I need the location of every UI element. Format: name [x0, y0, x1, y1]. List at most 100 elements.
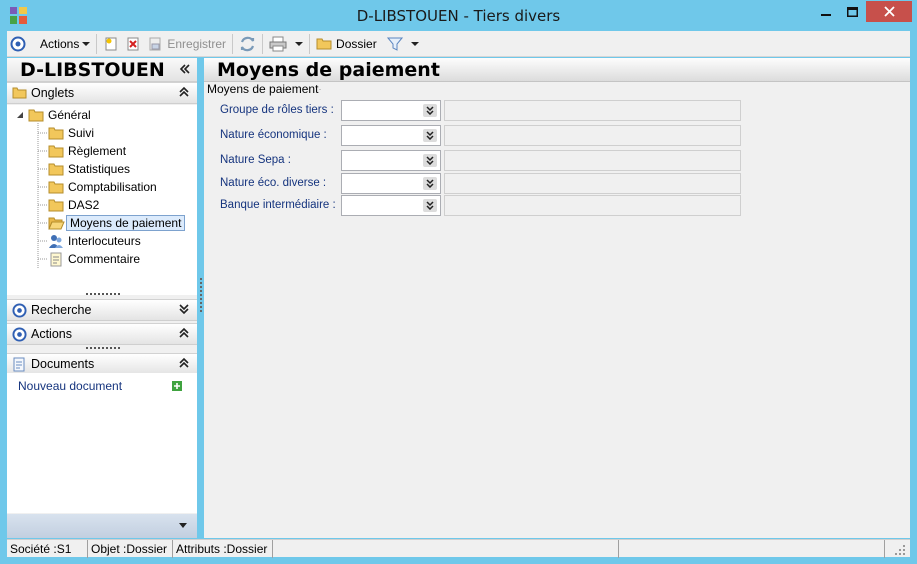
combo-dropdown-button[interactable] — [423, 154, 437, 167]
documents-section-header[interactable]: Documents — [7, 353, 197, 375]
tree-item-interlocuteurs[interactable]: Interlocuteurs — [48, 232, 141, 250]
tree-item-suivi[interactable]: Suivi — [48, 124, 94, 142]
resize-grip-icon[interactable] — [895, 545, 906, 556]
application-window: D-LIBSTOUEN - Tiers divers Actions Enreg… — [0, 0, 917, 564]
chevron-down-icon — [295, 41, 304, 46]
group-box-border — [319, 89, 321, 90]
page-title: Moyens de paiement — [217, 59, 440, 81]
close-button[interactable] — [866, 1, 912, 22]
expanded-triangle-icon[interactable] — [16, 111, 24, 119]
tree-item-commentaire[interactable]: Commentaire — [48, 250, 140, 268]
nature-economique-description — [444, 125, 741, 146]
left-pane-footer — [7, 514, 197, 538]
print-button[interactable] — [266, 33, 306, 55]
new-document-link[interactable]: Nouveau document — [18, 379, 122, 393]
vertical-splitter-grip[interactable] — [200, 278, 202, 312]
double-chevron-down-icon[interactable] — [179, 303, 189, 315]
main-content: Moyens de paiement Moyens de paiement Gr… — [204, 58, 910, 538]
navigation-button[interactable] — [7, 33, 29, 55]
refresh-button[interactable] — [236, 33, 259, 55]
tree-item-label: DAS2 — [68, 198, 100, 212]
double-chevron-up-icon[interactable] — [179, 327, 189, 339]
double-chevron-down-icon — [426, 106, 434, 115]
save-button[interactable]: Enregistrer — [144, 33, 229, 55]
actions-section-header[interactable]: Actions — [7, 323, 197, 345]
delete-button[interactable] — [122, 33, 144, 55]
double-chevron-down-icon — [426, 156, 434, 165]
folder-icon — [316, 38, 332, 50]
tree-item-label: Comptabilisation — [68, 180, 157, 194]
folder-icon — [48, 181, 64, 194]
toolbar-separator — [96, 33, 98, 54]
nature-sepa-combo[interactable] — [341, 150, 441, 171]
status-bar: Société :S1 Objet :Dossier Attributs :Do… — [7, 539, 910, 558]
target-icon — [12, 303, 27, 318]
combo-dropdown-button[interactable] — [423, 104, 437, 117]
status-attributs: Attributs :Dossier — [173, 540, 273, 558]
filter-icon — [386, 37, 403, 51]
new-document-icon — [105, 37, 117, 50]
plus-icon[interactable] — [172, 381, 182, 391]
nature-eco-diverse-description — [444, 173, 741, 194]
save-icon — [149, 37, 161, 50]
double-chevron-up-icon[interactable] — [179, 357, 189, 369]
title-bar[interactable]: D-LIBSTOUEN - Tiers divers — [0, 0, 917, 31]
field-label-nature-economique: Nature économique : — [220, 129, 327, 141]
field-label-banque-intermediaire: Banque intermédiaire : — [220, 199, 336, 211]
recherche-section-header[interactable]: Recherche — [7, 299, 197, 321]
groupe-roles-combo[interactable] — [341, 100, 441, 121]
tree-item-das2[interactable]: DAS2 — [48, 196, 99, 214]
main-header: Moyens de paiement — [204, 58, 910, 82]
folder-icon — [48, 199, 64, 212]
open-folder-icon — [48, 217, 65, 230]
target-icon — [10, 36, 26, 51]
banque-intermediaire-combo[interactable] — [341, 195, 441, 216]
tree-item-label: Statistiques — [68, 162, 131, 176]
chevron-down-icon — [410, 41, 419, 46]
toolbar-separator — [309, 33, 311, 54]
folder-button[interactable]: Dossier — [313, 33, 380, 55]
refresh-icon — [240, 36, 255, 51]
status-empty-2 — [619, 540, 885, 558]
double-chevron-down-icon — [426, 179, 434, 188]
actions-menu-label: Actions — [40, 36, 80, 51]
tree-item-general[interactable]: Général — [16, 106, 91, 124]
double-chevron-left-icon — [179, 64, 190, 74]
maximize-button[interactable] — [839, 1, 865, 22]
status-objet: Objet :Dossier — [88, 540, 173, 558]
tree-item-label: Suivi — [68, 126, 95, 140]
splitter-grip[interactable] — [86, 293, 120, 296]
filter-button[interactable] — [384, 33, 422, 55]
splitter-grip[interactable] — [86, 347, 120, 350]
new-button[interactable] — [100, 33, 122, 55]
nature-economique-combo[interactable] — [341, 125, 441, 146]
banque-intermediaire-description — [444, 195, 741, 216]
tree-item-moyens-de-paiement[interactable]: Moyens de paiement — [48, 214, 186, 232]
actions-menu-button[interactable]: Actions — [37, 33, 93, 55]
delete-icon — [127, 37, 139, 50]
onglets-section-header[interactable]: Onglets — [7, 82, 197, 104]
combo-dropdown-button[interactable] — [423, 199, 437, 212]
field-label-groupe-roles: Groupe de rôles tiers : — [220, 104, 334, 116]
tree-item-statistiques[interactable]: Statistiques — [48, 160, 130, 178]
minimize-button[interactable] — [813, 1, 839, 22]
toolbar-separator — [232, 33, 234, 54]
close-icon — [883, 6, 895, 17]
double-chevron-up-icon[interactable] — [179, 86, 189, 98]
status-societe: Société :S1 — [7, 540, 88, 558]
tree-item-label: Commentaire — [68, 252, 141, 266]
combo-dropdown-button[interactable] — [423, 129, 437, 142]
folder-icon — [48, 163, 64, 176]
groupe-roles-description — [444, 100, 741, 121]
nature-eco-diverse-combo[interactable] — [341, 173, 441, 194]
documents-panel: Nouveau document — [7, 373, 197, 513]
collapse-pane-button[interactable] — [179, 62, 191, 78]
combo-dropdown-button[interactable] — [423, 177, 437, 190]
target-icon — [12, 327, 27, 342]
tree-item-reglement[interactable]: Règlement — [48, 142, 126, 160]
field-label-nature-eco-diverse: Nature éco. diverse : — [220, 177, 327, 189]
tree-item-comptabilisation[interactable]: Comptabilisation — [48, 178, 157, 196]
caret-down-icon[interactable] — [179, 523, 187, 529]
onglets-label: Onglets — [31, 86, 75, 100]
tree-item-label: Interlocuteurs — [68, 234, 141, 248]
